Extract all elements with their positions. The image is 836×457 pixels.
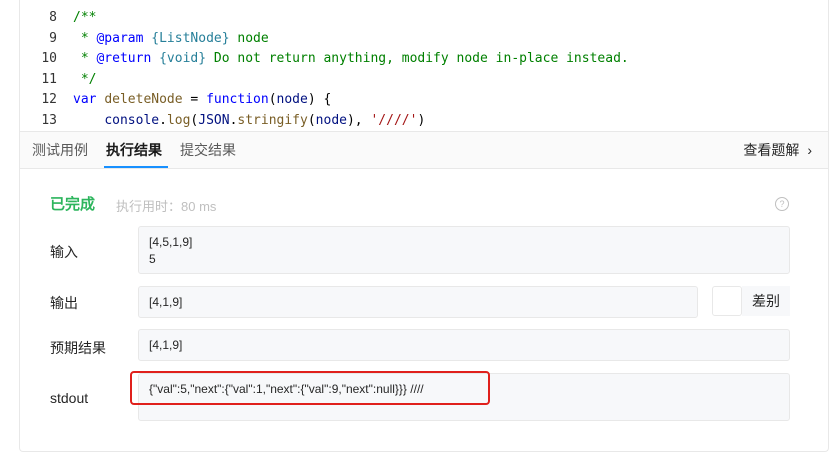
code-text: console.log(JSON.stringify(node), '////'… [104, 112, 426, 128]
line-number: 13 [41, 112, 57, 128]
line-number: 10 [41, 51, 57, 66]
line-number: 12 [41, 92, 57, 107]
code-text: * @param {ListNode} node [73, 30, 269, 46]
input-value-line: 5 [149, 252, 156, 266]
expected-label: 预期结果 [50, 340, 106, 356]
help-icon[interactable]: ? [775, 197, 789, 211]
output-box: [4,1,9] [138, 286, 698, 318]
chevron-right-icon: › [807, 142, 812, 158]
line-number: 9 [49, 30, 57, 46]
stdout-highlight [130, 371, 490, 405]
view-solution-label: 查看题解 [743, 142, 800, 158]
tab-test-case[interactable]: 测试用例 [30, 132, 90, 168]
status-text: 已完成 [50, 196, 96, 213]
tab-run-result[interactable]: 执行结果 [104, 132, 164, 168]
code-editor[interactable]: 8 /** 9 * @param {ListNode} node 10 * @retu… [20, 0, 828, 130]
line-number: 8 [49, 10, 57, 25]
code-text: * @return {void} Do not return anything,… [73, 51, 629, 66]
active-tab-indicator [104, 166, 168, 168]
input-box: [4,5,1,9] 5 [138, 226, 790, 274]
code-text: */ [73, 71, 97, 87]
diff-button[interactable]: 差别 [742, 286, 790, 316]
result-tabs: 测试用例 执行结果 提交结果 查看题解 › [20, 131, 828, 169]
result-panel: 8 /** 9 * @param {ListNode} node 10 * @retu… [19, 0, 829, 452]
code-text: var deleteNode = function(node) { [73, 92, 332, 107]
diff-toggle[interactable] [712, 286, 742, 316]
input-label: 输入 [50, 244, 78, 260]
tab-submit-result[interactable]: 提交结果 [178, 132, 238, 168]
stdout-label: stdout [50, 390, 89, 406]
line-number: 11 [41, 71, 57, 87]
code-text: /** [73, 10, 97, 25]
view-solution-link[interactable]: 查看题解 › [743, 132, 812, 168]
expected-box: [4,1,9] [138, 329, 790, 361]
runtime-text: 执行用时：80 ms [116, 199, 217, 214]
input-value-line: [4,5,1,9] [149, 235, 193, 249]
output-label: 输出 [50, 295, 78, 311]
